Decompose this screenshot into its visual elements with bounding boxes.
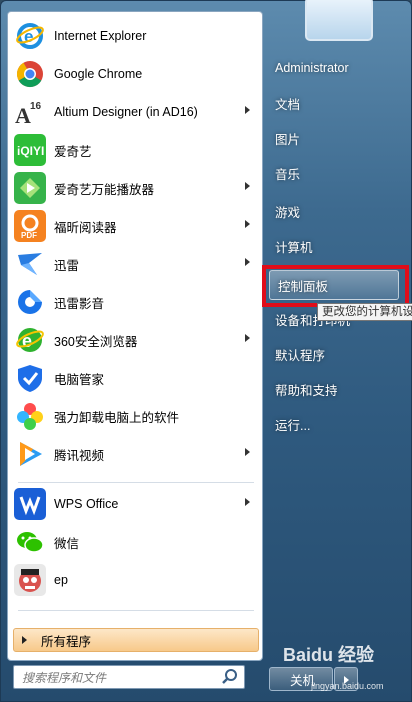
iqiyi-player-icon <box>14 172 46 204</box>
svg-text:iQIYI: iQIYI <box>17 144 44 158</box>
watermark: Baidu 经验 jingyan.baidu.com <box>283 641 412 701</box>
program-label: 360安全浏览器 <box>54 334 138 349</box>
submenu-arrow-icon <box>245 334 250 342</box>
program-label: 腾讯视频 <box>54 448 105 463</box>
program-google-chrome[interactable]: Google Chrome <box>12 56 258 92</box>
program-ep[interactable]: ep <box>12 562 258 598</box>
program-xunlei[interactable]: 迅雷 <box>12 246 258 282</box>
program-label: WPS Office <box>54 497 119 511</box>
wechat-icon <box>14 526 46 558</box>
program-label: 电脑管家 <box>54 372 105 387</box>
separator <box>18 482 254 483</box>
program-wechat[interactable]: 微信 <box>12 524 258 560</box>
tencent-video-icon <box>14 438 46 470</box>
internet-explorer-icon: e <box>14 20 46 52</box>
highlight-box <box>262 265 409 307</box>
program-wps-office[interactable]: WPS Office <box>12 486 258 522</box>
google-chrome-icon <box>14 58 46 90</box>
program-iqiyi[interactable]: iQIYI 爱奇艺 <box>12 132 258 168</box>
program-uninstaller[interactable]: 强力卸载电脑上的软件 <box>12 398 258 434</box>
program-label: 迅雷影音 <box>54 296 105 311</box>
right-item-games[interactable]: 游戏 <box>267 196 407 226</box>
search-icon[interactable] <box>220 668 240 686</box>
pc-manager-icon <box>14 362 46 394</box>
svg-text:A: A <box>15 103 31 127</box>
program-label: 微信 <box>54 536 80 551</box>
right-item-computer[interactable]: 计算机 <box>267 231 407 261</box>
program-label: ep <box>54 573 68 587</box>
wps-office-icon <box>14 488 46 520</box>
right-item-default-programs[interactable]: 默认程序 <box>267 339 407 369</box>
submenu-arrow-icon <box>245 258 250 266</box>
all-programs-label: 所有程序 <box>41 634 92 649</box>
submenu-arrow-icon <box>245 182 250 190</box>
watermark-sub: jingyan.baidu.com <box>311 681 384 691</box>
start-menu: e Internet Explorer Google Chrome A 16 Al… <box>0 0 412 702</box>
separator <box>18 610 254 611</box>
tooltip: 更改您的计算机设 <box>317 303 412 321</box>
altium-designer-icon: A 16 <box>14 96 46 128</box>
program-tencent-video[interactable]: 腾讯视频 <box>12 436 258 472</box>
expand-arrow-icon <box>22 636 27 644</box>
xunlei-player-icon <box>14 286 46 318</box>
right-item-music[interactable]: 音乐 <box>267 158 407 188</box>
foxit-reader-icon: PDF <box>14 210 46 242</box>
submenu-arrow-icon <box>245 498 250 506</box>
submenu-arrow-icon <box>245 448 250 456</box>
program-altium-designer[interactable]: A 16 Altium Designer (in AD16) <box>12 94 258 130</box>
submenu-arrow-icon <box>245 220 250 228</box>
programs-panel: e Internet Explorer Google Chrome A 16 Al… <box>7 11 263 661</box>
program-label: 迅雷 <box>54 258 80 273</box>
360-browser-icon: e <box>14 324 46 356</box>
iqiyi-icon: iQIYI <box>14 134 46 166</box>
right-item-administrator[interactable]: Administrator <box>267 53 407 83</box>
program-iqiyi-player[interactable]: 爱奇艺万能播放器 <box>12 170 258 206</box>
program-xunlei-player[interactable]: 迅雷影音 <box>12 284 258 320</box>
svg-text:16: 16 <box>30 101 42 112</box>
all-programs-button[interactable]: 所有程序 <box>13 628 259 652</box>
svg-text:PDF: PDF <box>21 231 37 240</box>
user-picture[interactable] <box>305 0 373 41</box>
program-label: 强力卸载电脑上的软件 <box>54 410 180 425</box>
program-pc-manager[interactable]: 电脑管家 <box>12 360 258 396</box>
ep-icon <box>14 564 46 596</box>
search-placeholder: 搜索程序和文件 <box>22 670 107 685</box>
program-label: 福昕阅读器 <box>54 220 117 235</box>
program-label: Google Chrome <box>54 67 143 81</box>
watermark-main: Baidu 经验 <box>283 645 375 665</box>
search-input[interactable]: 搜索程序和文件 <box>13 665 245 689</box>
right-item-help-support[interactable]: 帮助和支持 <box>267 374 407 404</box>
submenu-arrow-icon <box>245 106 250 114</box>
uninstaller-icon <box>14 400 46 432</box>
program-label: 爱奇艺 <box>54 144 92 159</box>
program-label: 爱奇艺万能播放器 <box>54 182 155 197</box>
right-item-run[interactable]: 运行... <box>267 409 407 439</box>
program-internet-explorer[interactable]: e Internet Explorer <box>12 18 258 54</box>
program-360-browser[interactable]: e 360安全浏览器 <box>12 322 258 358</box>
program-label: Internet Explorer <box>54 29 147 43</box>
right-item-pictures[interactable]: 图片 <box>267 123 407 153</box>
xunlei-icon <box>14 248 46 280</box>
program-foxit-reader[interactable]: PDF 福昕阅读器 <box>12 208 258 244</box>
program-label: Altium Designer (in AD16) <box>54 105 198 119</box>
right-item-documents[interactable]: 文档 <box>267 88 407 118</box>
